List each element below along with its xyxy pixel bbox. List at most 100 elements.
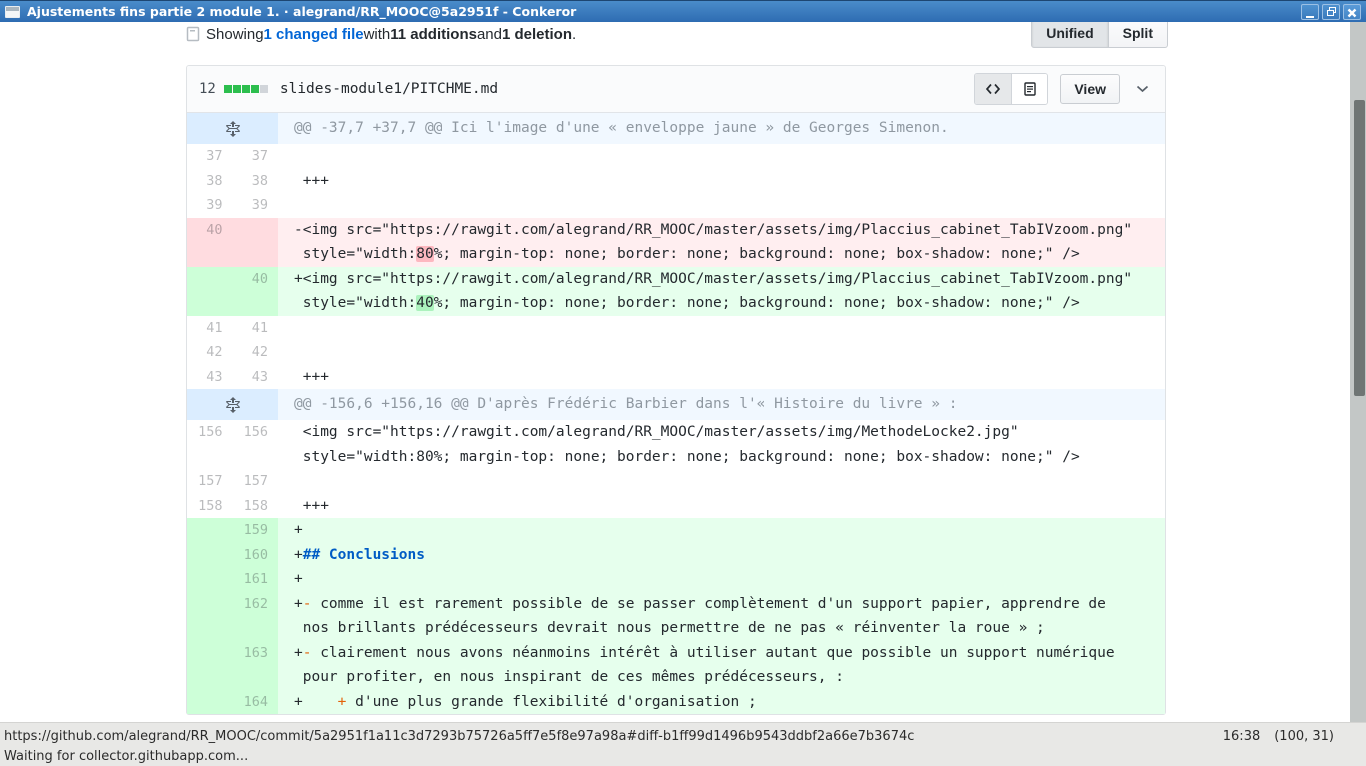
file-name: slides-module1/PITCHME.md bbox=[280, 81, 498, 97]
line-number-new[interactable]: 163 bbox=[233, 641, 279, 690]
line-number-old[interactable]: 156 bbox=[187, 420, 233, 469]
view-button[interactable]: View bbox=[1060, 74, 1120, 104]
line-number-new[interactable]: 161 bbox=[233, 567, 279, 592]
diff-line-row: 157157 bbox=[187, 469, 1165, 494]
changed-file-link[interactable]: 1 changed file bbox=[264, 26, 364, 43]
line-number-new[interactable]: 160 bbox=[233, 543, 279, 568]
line-number-new[interactable]: 42 bbox=[233, 340, 279, 365]
diff-line-row: 3939 bbox=[187, 193, 1165, 218]
line-number-old[interactable]: 43 bbox=[187, 365, 233, 390]
changed-files-summary: Showing 1 changed file with 11 additions… bbox=[186, 24, 1350, 45]
code-line bbox=[278, 316, 1165, 341]
vertical-scrollbar[interactable] bbox=[1350, 22, 1366, 722]
code-line: +- clairement nous avons néanmoins intér… bbox=[278, 641, 1165, 690]
code-line: +++ bbox=[278, 494, 1165, 519]
expand-hunk-button[interactable] bbox=[187, 389, 278, 420]
line-number-gutter: 159 bbox=[187, 518, 278, 543]
diffstat-block-added bbox=[233, 85, 241, 93]
code-icon bbox=[986, 83, 1000, 95]
minimize-button[interactable] bbox=[1301, 4, 1319, 20]
line-number-gutter: 164 bbox=[187, 690, 278, 715]
line-number-gutter: 158158 bbox=[187, 494, 278, 519]
line-number-old[interactable]: 40 bbox=[187, 218, 233, 267]
line-number-old[interactable] bbox=[187, 641, 233, 690]
line-number-new[interactable]: 158 bbox=[233, 494, 279, 519]
window-title: Ajustements fins partie 2 module 1. · al… bbox=[27, 4, 576, 19]
diffstat-blocks bbox=[224, 85, 268, 93]
line-number-old[interactable]: 37 bbox=[187, 144, 233, 169]
line-number-old[interactable] bbox=[187, 267, 233, 316]
expand-hunk-button[interactable] bbox=[187, 113, 278, 144]
diffstat-block-added bbox=[251, 85, 259, 93]
line-number-new[interactable] bbox=[233, 218, 279, 267]
code-line bbox=[278, 469, 1165, 494]
line-number-old[interactable] bbox=[187, 592, 233, 641]
line-number-old[interactable]: 38 bbox=[187, 169, 233, 194]
line-number-old[interactable]: 42 bbox=[187, 340, 233, 365]
scrollbar-thumb[interactable] bbox=[1354, 100, 1365, 396]
diffstat-block-neutral bbox=[260, 85, 268, 93]
line-number-new[interactable]: 164 bbox=[233, 690, 279, 715]
status-message: Waiting for collector.githubapp.com... bbox=[4, 749, 248, 764]
line-number-new[interactable]: 157 bbox=[233, 469, 279, 494]
diff-line-row: 4242 bbox=[187, 340, 1165, 365]
line-number-old[interactable] bbox=[187, 518, 233, 543]
line-number-old[interactable] bbox=[187, 567, 233, 592]
code-line: +++ bbox=[278, 169, 1165, 194]
diff-hunk-row: @@ -37,7 +37,7 @@ Ici l'image d'une « en… bbox=[187, 113, 1165, 144]
line-number-old[interactable]: 157 bbox=[187, 469, 233, 494]
line-number-old[interactable]: 158 bbox=[187, 494, 233, 519]
restore-button[interactable] bbox=[1322, 4, 1340, 20]
and-text: and bbox=[477, 26, 502, 43]
code-line: <img src="https://rawgit.com/alegrand/RR… bbox=[278, 420, 1165, 469]
unified-button[interactable]: Unified bbox=[1031, 22, 1108, 48]
close-icon bbox=[1347, 6, 1357, 19]
code-line: +## Conclusions bbox=[278, 543, 1165, 568]
line-number-new[interactable]: 37 bbox=[233, 144, 279, 169]
line-number-old[interactable] bbox=[187, 690, 233, 715]
line-number-old[interactable]: 41 bbox=[187, 316, 233, 341]
diff-line-row: 164+ + d'une plus grande flexibilité d'o… bbox=[187, 690, 1165, 715]
code-line: +- comme il est rarement possible de se … bbox=[278, 592, 1165, 641]
diff-line-row: 40-<img src="https://rawgit.com/alegrand… bbox=[187, 218, 1165, 267]
clock: 16:38 bbox=[1223, 729, 1260, 744]
line-number-new[interactable]: 156 bbox=[233, 420, 279, 469]
window-icon bbox=[5, 6, 20, 18]
split-button[interactable]: Split bbox=[1109, 22, 1168, 48]
line-number-gutter: 163 bbox=[187, 641, 278, 690]
line-number-gutter: 40 bbox=[187, 218, 278, 267]
document-icon bbox=[1024, 82, 1036, 96]
line-number-old[interactable] bbox=[187, 543, 233, 568]
diffstat-count: 12 bbox=[199, 81, 216, 97]
line-number-gutter: 40 bbox=[187, 267, 278, 316]
diffstat-block-added bbox=[224, 85, 232, 93]
line-number-new[interactable]: 38 bbox=[233, 169, 279, 194]
diff-line-row: 3838 +++ bbox=[187, 169, 1165, 194]
line-number-gutter: 157157 bbox=[187, 469, 278, 494]
line-number-new[interactable]: 43 bbox=[233, 365, 279, 390]
unfold-icon bbox=[226, 397, 240, 413]
deletions-count: 1 deletion bbox=[502, 26, 572, 43]
code-line bbox=[278, 144, 1165, 169]
line-number-new[interactable]: 162 bbox=[233, 592, 279, 641]
line-number-new[interactable]: 41 bbox=[233, 316, 279, 341]
diff-file-header: 12 slides-module1/PITCHME.md bbox=[187, 66, 1165, 113]
unfold-icon bbox=[226, 121, 240, 137]
rich-diff-button[interactable] bbox=[1011, 74, 1047, 104]
code-line: + bbox=[278, 567, 1165, 592]
source-diff-button[interactable] bbox=[975, 74, 1011, 104]
line-number-new[interactable]: 39 bbox=[233, 193, 279, 218]
chevron-down-icon bbox=[1136, 85, 1149, 93]
line-number-old[interactable]: 39 bbox=[187, 193, 233, 218]
diff-line-row: 4343 +++ bbox=[187, 365, 1165, 390]
line-number-new[interactable]: 159 bbox=[233, 518, 279, 543]
diff-line-row: 156156 <img src="https://rawgit.com/aleg… bbox=[187, 420, 1165, 469]
restore-icon bbox=[1326, 6, 1337, 19]
scroll-position: (100, 31) bbox=[1274, 729, 1334, 744]
code-line: +<img src="https://rawgit.com/alegrand/R… bbox=[278, 267, 1165, 316]
line-number-gutter: 4242 bbox=[187, 340, 278, 365]
diff-line-row: 160+## Conclusions bbox=[187, 543, 1165, 568]
line-number-new[interactable]: 40 bbox=[233, 267, 279, 316]
close-button[interactable] bbox=[1343, 4, 1361, 20]
file-menu-button[interactable] bbox=[1136, 85, 1149, 93]
